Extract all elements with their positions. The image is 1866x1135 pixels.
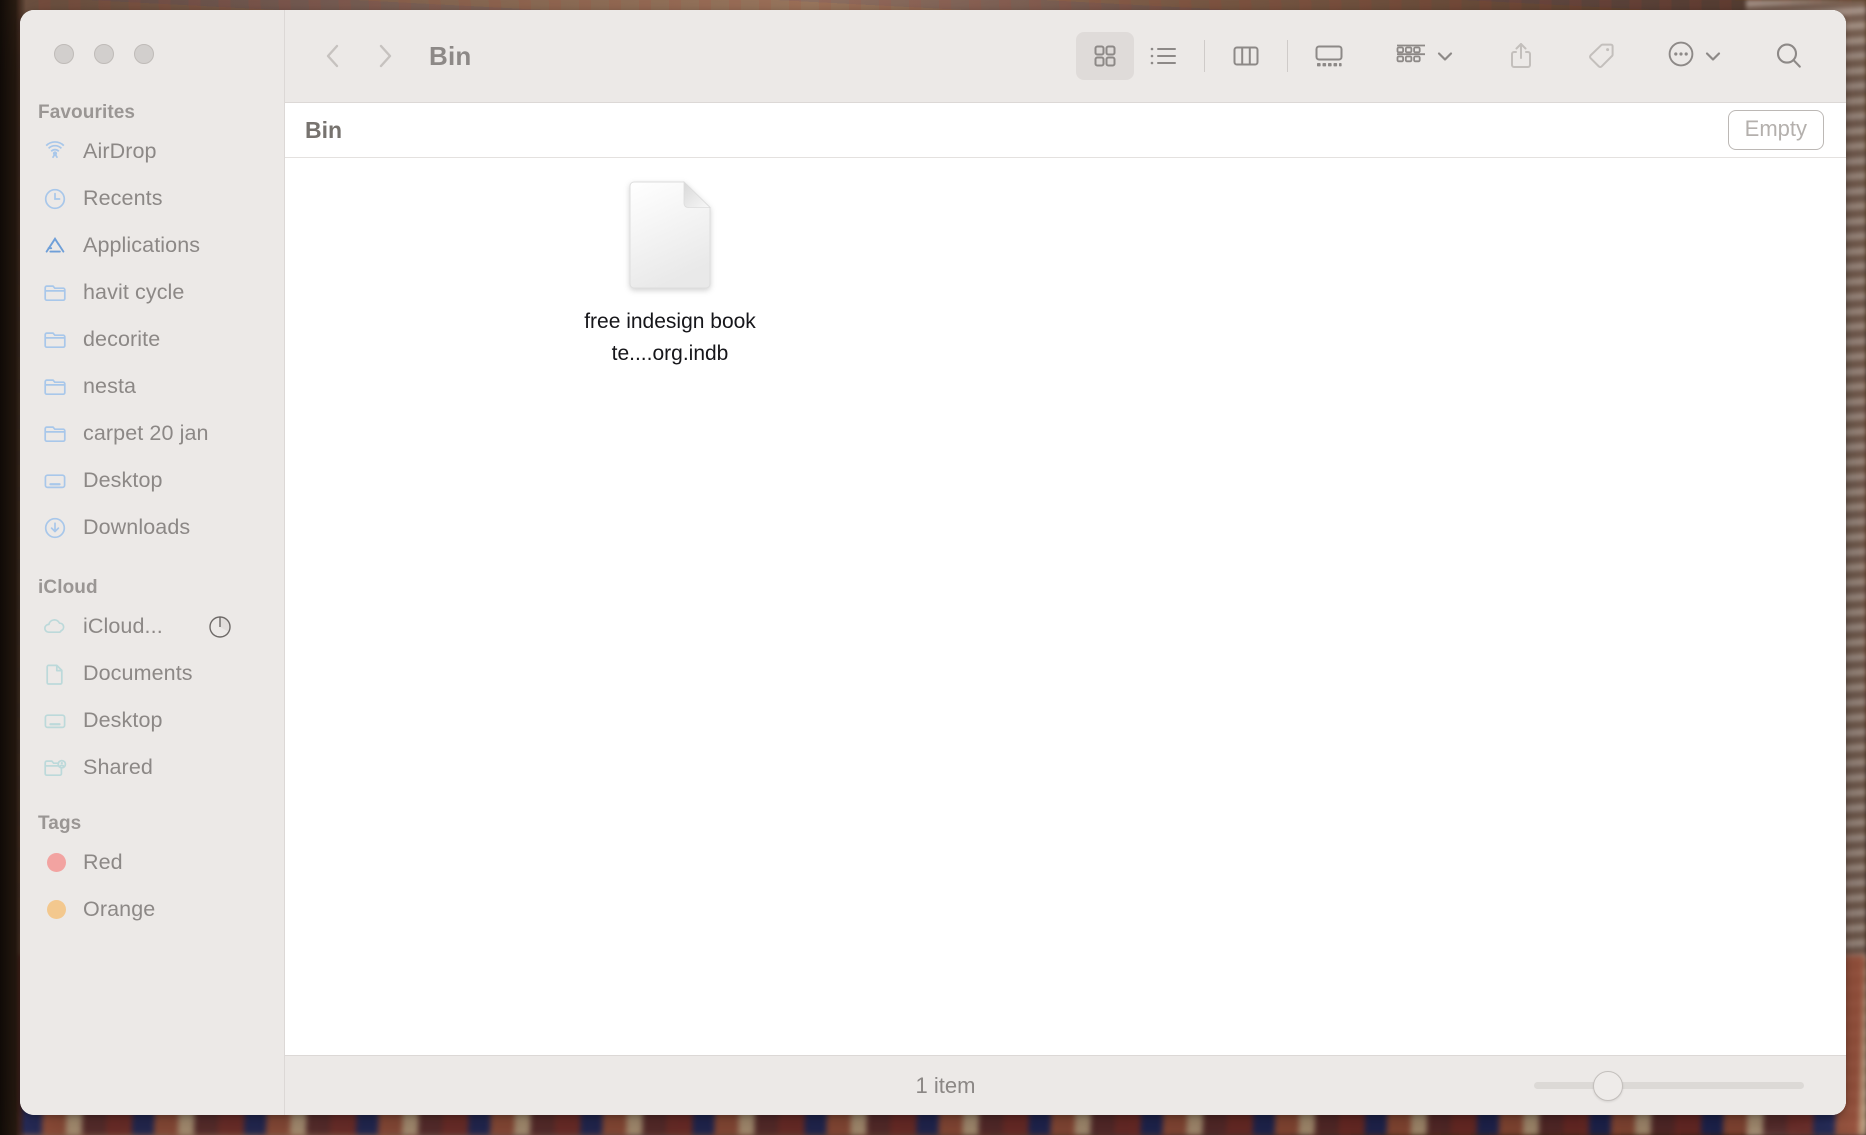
group-by-button[interactable] (1392, 39, 1458, 74)
traffic-lights (54, 44, 154, 64)
sidebar-item-havit-cycle[interactable]: havit cycle (20, 269, 284, 316)
icon-size-slider[interactable] (1534, 1070, 1804, 1101)
applications-icon (42, 233, 68, 259)
share-button[interactable] (1492, 32, 1550, 80)
sidebar-item-icloud-drive[interactable]: iCloud... (20, 603, 284, 650)
sidebar-section-title-tags: Tags (38, 813, 82, 834)
sidebar-section-icloud: iCloud iCloud... Documents Desktop Share… (20, 577, 284, 791)
desktop-background: Favourites AirDrop Recents Applications … (0, 0, 1866, 1135)
file-name-label: free indesign book te....org.indb (584, 310, 756, 365)
forward-button[interactable] (359, 30, 411, 82)
shared-folder-icon (42, 755, 68, 781)
sidebar-item-label: iCloud... (83, 614, 163, 638)
sidebar-item-nesta[interactable]: nesta (20, 363, 284, 410)
airdrop-icon (42, 139, 68, 165)
sidebar-section-title-icloud: iCloud (38, 577, 98, 598)
search-button[interactable] (1760, 32, 1818, 80)
tag-color-swatch (47, 853, 66, 872)
sidebar-item-tag-orange[interactable]: Orange (20, 886, 284, 933)
sync-progress-icon (208, 615, 232, 639)
sidebar-item-label: Red (83, 850, 123, 874)
sidebar-item-icloud-desktop[interactable]: Desktop (20, 697, 284, 744)
sidebar-item-label: AirDrop (83, 139, 157, 163)
sidebar-item-label: havit cycle (83, 280, 185, 304)
sidebar-item-applications[interactable]: Applications (20, 222, 284, 269)
sidebar-item-desktop[interactable]: Desktop (20, 457, 284, 504)
tag-button[interactable] (1572, 32, 1630, 80)
icon-view-button[interactable] (1076, 32, 1134, 80)
downloads-icon (42, 515, 68, 541)
tag-dot-icon (42, 897, 68, 923)
empty-bin-button[interactable]: Empty (1727, 110, 1824, 150)
desktop-icon (42, 708, 68, 734)
group-icon (1392, 39, 1430, 74)
more-button[interactable] (1664, 37, 1726, 76)
sidebar-item-airdrop[interactable]: AirDrop (20, 128, 284, 175)
sidebar-item-recents[interactable]: Recents (20, 175, 284, 222)
sidebar-item-label: nesta (83, 374, 137, 398)
sidebar-item-downloads[interactable]: Downloads (20, 504, 284, 551)
sidebar-item-label: Desktop (83, 468, 163, 492)
slider-track (1534, 1082, 1804, 1089)
file-grid[interactable]: free indesign book te....org.indb (285, 158, 1846, 1055)
sidebar-item-label: Orange (83, 897, 156, 921)
sidebar-item-label: decorite (83, 327, 161, 351)
toolbar-divider (1287, 40, 1288, 72)
sidebar-section-favourites: Favourites AirDrop Recents Applications … (20, 102, 284, 551)
back-button[interactable] (307, 30, 359, 82)
minimize-button[interactable] (94, 44, 114, 64)
view-switcher (1076, 32, 1358, 80)
sidebar: Favourites AirDrop Recents Applications … (20, 10, 285, 1115)
sidebar-item-icloud-documents[interactable]: Documents (20, 650, 284, 697)
desktop-icon (42, 468, 68, 494)
sidebar-item-label: Downloads (83, 515, 191, 539)
blank-document-icon (626, 180, 714, 290)
sidebar-item-carpet-20-jan[interactable]: carpet 20 jan (20, 410, 284, 457)
document-icon (42, 661, 68, 687)
sidebar-section-title-favourites: Favourites (38, 102, 136, 123)
sidebar-section-tags: Tags Red Orange (20, 813, 284, 933)
folder-icon (42, 327, 68, 353)
maximize-button[interactable] (134, 44, 154, 64)
window-title: Bin (429, 40, 472, 71)
sidebar-item-shared[interactable]: Shared (20, 744, 284, 791)
sidebar-item-label: Applications (83, 233, 201, 257)
item-count-label: 1 item (915, 1072, 976, 1098)
cloud-icon (42, 614, 68, 640)
clock-icon (42, 186, 68, 212)
tag-color-swatch (47, 900, 66, 919)
finder-window: Favourites AirDrop Recents Applications … (20, 10, 1846, 1115)
gallery-view-button[interactable] (1300, 32, 1358, 80)
column-view-button[interactable] (1217, 32, 1275, 80)
close-button[interactable] (54, 44, 74, 64)
more-icon (1664, 37, 1698, 76)
file-item[interactable]: free indesign book te....org.indb (579, 180, 761, 370)
folder-icon (42, 374, 68, 400)
sidebar-item-label: Documents (83, 661, 193, 685)
sidebar-item-decorite[interactable]: decorite (20, 316, 284, 363)
sidebar-item-label: Shared (83, 755, 153, 779)
slider-thumb[interactable] (1593, 1070, 1624, 1101)
toolbar-divider (1204, 40, 1205, 72)
chevron-down-icon (1432, 43, 1458, 69)
sidebar-item-label: carpet 20 jan (83, 421, 209, 445)
folder-icon (42, 421, 68, 447)
sidebar-item-label: Desktop (83, 708, 163, 732)
main-panel: Bin Bin Empty free indesign book te....o… (285, 10, 1846, 1115)
bin-header-title: Bin (305, 116, 343, 143)
toolbar: Bin (285, 10, 1846, 102)
list-view-button[interactable] (1134, 32, 1192, 80)
status-bar: 1 item (285, 1055, 1846, 1115)
bin-header-bar: Bin Empty (285, 102, 1846, 158)
sidebar-item-tag-red[interactable]: Red (20, 839, 284, 886)
folder-icon (42, 280, 68, 306)
chevron-down-icon (1700, 43, 1726, 69)
sidebar-item-label: Recents (83, 186, 163, 210)
tag-dot-icon (42, 850, 68, 876)
window-body: Favourites AirDrop Recents Applications … (20, 10, 1846, 1115)
